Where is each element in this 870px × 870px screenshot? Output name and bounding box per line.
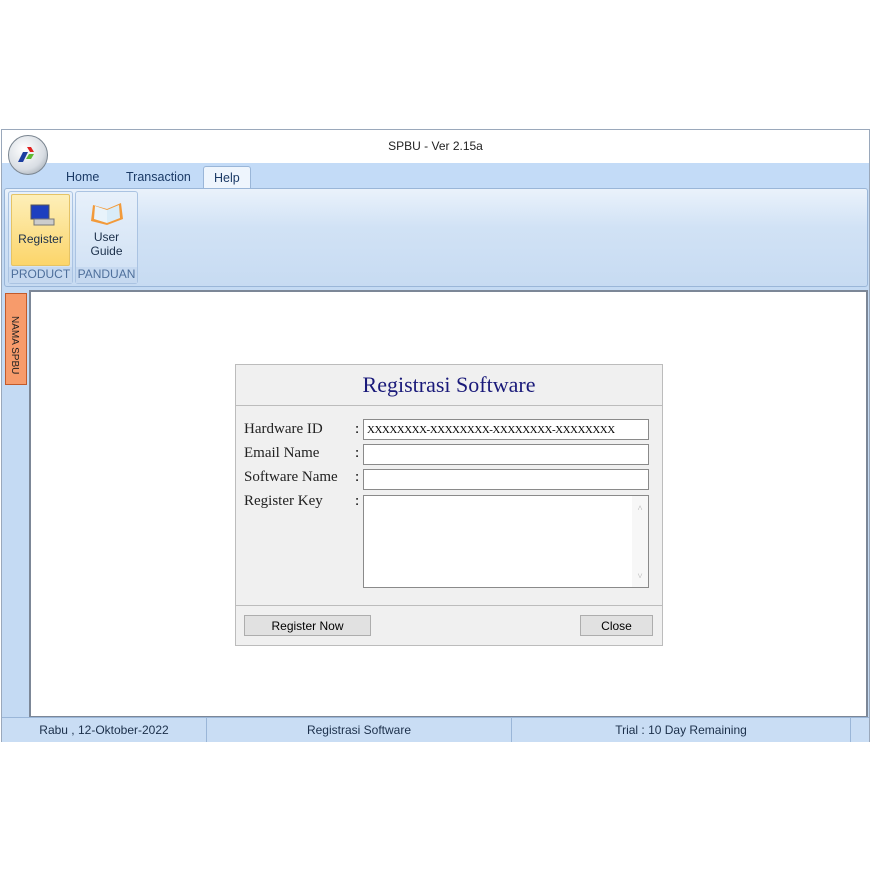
ribbon-panel: Register PRODUCT User Guide PANDUAN	[4, 188, 868, 287]
colon: :	[355, 469, 360, 485]
colon: :	[355, 445, 360, 461]
close-button[interactable]: Close	[580, 615, 653, 636]
tab-home[interactable]: Home	[56, 166, 109, 188]
group-panduan: User Guide PANDUAN	[75, 191, 138, 284]
email-name-input[interactable]	[363, 444, 649, 465]
app-menu-orb[interactable]	[8, 135, 48, 175]
status-date: Rabu , 12-Oktober-2022	[2, 718, 207, 742]
title-bar: SPBU - Ver 2.15a	[2, 130, 869, 163]
register-now-button[interactable]: Register Now	[244, 615, 371, 636]
pertamina-logo-icon	[18, 147, 34, 162]
register-key-textarea[interactable]: ˄ ˅	[363, 495, 649, 588]
computer-icon	[30, 204, 54, 226]
side-panel-tab[interactable]: NAMA SPBU	[5, 293, 27, 385]
window-title: SPBU - Ver 2.15a	[388, 139, 483, 153]
dialog-title: Registrasi Software	[236, 365, 662, 406]
divider	[236, 605, 662, 606]
software-name-input[interactable]	[363, 469, 649, 490]
ribbon-tabs: Home Transaction Help	[2, 163, 869, 189]
label-hardware-id: Hardware ID	[244, 421, 323, 437]
user-guide-button[interactable]: User Guide	[78, 194, 135, 264]
register-label: Register	[18, 232, 63, 246]
group-label-panduan: PANDUAN	[76, 267, 137, 283]
label-email-name: Email Name	[244, 445, 320, 461]
label-software-name: Software Name	[244, 469, 338, 485]
register-button[interactable]: Register	[11, 194, 70, 266]
hardware-id-input[interactable]: XXXXXXXX-XXXXXXXX-XXXXXXXX-XXXXXXXX	[363, 419, 649, 440]
scroll-up-icon[interactable]: ˄	[632, 498, 648, 519]
scroll-down-icon[interactable]: ˅	[632, 566, 648, 587]
label-register-key: Register Key	[244, 493, 323, 509]
book-icon	[90, 203, 123, 225]
user-guide-label-1: User	[93, 230, 120, 244]
group-label-product: PRODUCT	[9, 267, 72, 283]
registration-dialog: Registrasi Software Hardware ID : XXXXXX…	[235, 364, 663, 646]
group-product: Register PRODUCT	[8, 191, 73, 284]
status-form: Registrasi Software	[207, 718, 512, 742]
colon: :	[355, 493, 360, 509]
side-panel-label: NAMA SPBU	[9, 316, 20, 375]
status-bar: Rabu , 12-Oktober-2022 Registrasi Softwa…	[2, 717, 869, 742]
colon: :	[355, 421, 360, 437]
status-trial: Trial : 10 Day Remaining	[512, 718, 851, 742]
tab-transaction[interactable]: Transaction	[116, 166, 201, 188]
user-guide-label-2: Guide	[90, 244, 123, 258]
tab-help[interactable]: Help	[203, 166, 251, 189]
scrollbar[interactable]: ˄ ˅	[632, 496, 648, 587]
